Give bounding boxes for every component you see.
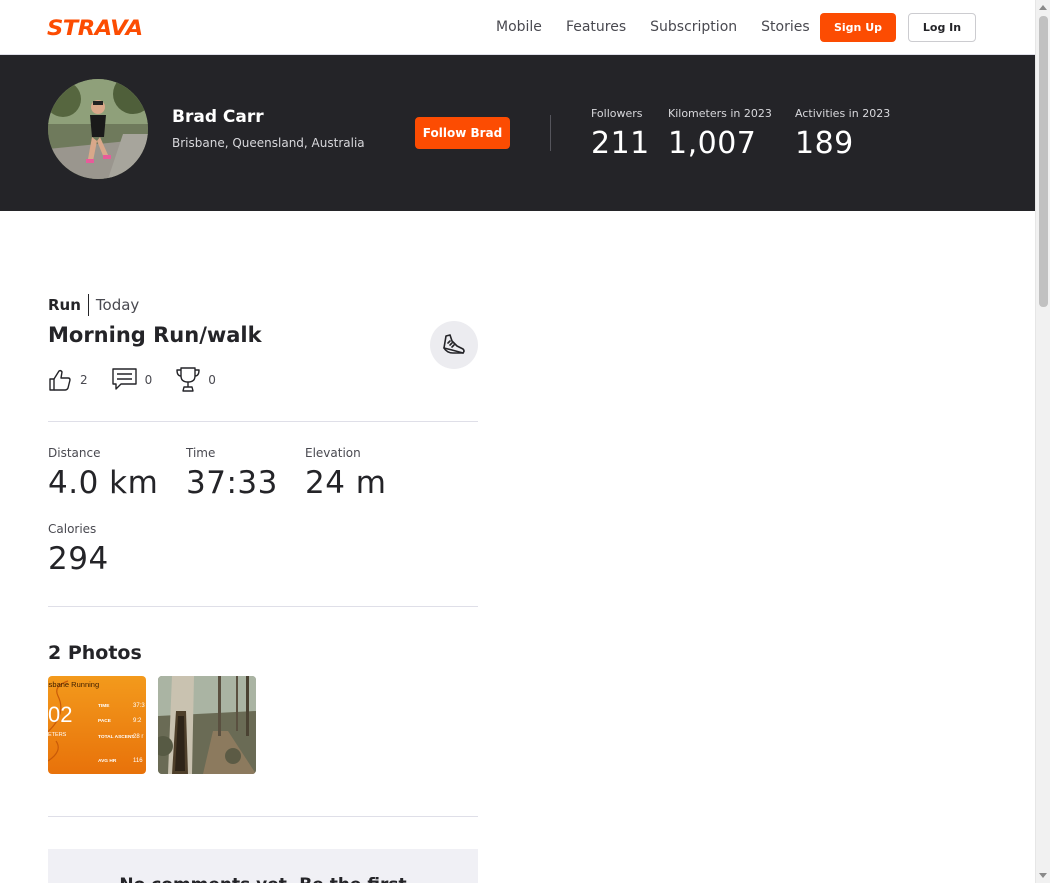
nav-link-subscription[interactable]: Subscription xyxy=(650,18,737,36)
activity-meta: Run Today xyxy=(48,294,139,316)
log-in-button[interactable]: Log In xyxy=(908,13,976,42)
metric-elevation: Elevation 24 m xyxy=(305,446,387,501)
photo-header: isbane Running xyxy=(48,680,99,689)
photo-thumbnail-1[interactable]: isbane Running 02 ETERS TIME 37:3 PACE 9… xyxy=(48,676,146,774)
metric-label: Elevation xyxy=(305,446,361,460)
stat-kilometers: Kilometers in 2023 1,007 xyxy=(668,107,772,161)
activity-type: Run xyxy=(48,296,81,314)
follow-button[interactable]: Follow Brad xyxy=(415,117,510,149)
metric-value: 37:33 xyxy=(186,465,278,501)
social-bar: 2 0 0 xyxy=(48,367,240,392)
scroll-up-arrow-icon[interactable] xyxy=(1039,5,1047,10)
photo-row-label: AVG HR xyxy=(98,758,117,764)
comments-count: 0 xyxy=(144,372,153,387)
metric-label: Calories xyxy=(48,522,97,536)
kudos-button[interactable]: 2 xyxy=(48,368,88,392)
stat-label: Followers xyxy=(591,107,643,120)
stat-value: 189 xyxy=(795,126,854,161)
stat-value: 211 xyxy=(591,126,650,161)
athlete-avatar[interactable] xyxy=(48,79,148,179)
strava-logo[interactable]: STRAVA xyxy=(47,18,143,39)
thumbs-up-icon xyxy=(49,369,71,391)
nav-link-mobile[interactable]: Mobile xyxy=(496,18,542,36)
comments-button[interactable]: 0 xyxy=(111,368,153,391)
header-divider xyxy=(550,115,551,151)
section-divider xyxy=(48,606,478,607)
stat-label: Activities in 2023 xyxy=(795,107,891,120)
run-shoe-icon xyxy=(430,321,478,369)
kudos-count: 2 xyxy=(80,372,88,387)
nav-link-features[interactable]: Features xyxy=(566,18,626,36)
photo-forest xyxy=(158,676,256,774)
photos-title: 2 Photos xyxy=(48,642,142,664)
stat-activities: Activities in 2023 189 xyxy=(795,107,890,161)
achievements-count: 0 xyxy=(208,372,216,387)
metric-value: 24 m xyxy=(305,465,387,501)
nav-links: Mobile Features Subscription Stories xyxy=(496,18,834,36)
photo-row-label: PACE xyxy=(98,718,112,724)
sign-up-button[interactable]: Sign Up xyxy=(820,13,896,42)
section-divider xyxy=(48,816,478,817)
stat-value: 1,007 xyxy=(668,126,757,161)
stat-label: Kilometers in 2023 xyxy=(668,107,772,120)
nav-link-stories[interactable]: Stories xyxy=(761,18,810,36)
activity-date: Today xyxy=(95,296,140,314)
comments-section: No comments yet. Be the first xyxy=(48,849,478,883)
metric-value: 294 xyxy=(48,541,109,577)
photo-thumbnail-2[interactable] xyxy=(158,676,256,774)
comment-icon xyxy=(111,368,137,390)
top-nav: STRAVA Mobile Features Subscription Stor… xyxy=(0,0,1035,55)
metric-distance: Distance 4.0 km xyxy=(48,446,158,501)
athlete-header: Brad Carr Brisbane, Queensland, Australi… xyxy=(0,55,1035,211)
stat-followers: Followers 211 xyxy=(591,107,650,161)
photo-unit: ETERS xyxy=(48,732,67,738)
metric-calories: Calories 294 xyxy=(48,522,109,577)
photo-row-value: 37:3 xyxy=(133,703,145,709)
photo-big-number: 02 xyxy=(48,702,72,727)
athlete-location: Brisbane, Queensland, Australia xyxy=(172,136,365,150)
meta-separator xyxy=(87,294,89,316)
photo-row-value: 9:2 xyxy=(133,718,142,724)
avatar-photo xyxy=(48,79,148,179)
photo-stats-screenshot: isbane Running 02 ETERS TIME 37:3 PACE 9… xyxy=(48,676,146,774)
scroll-down-arrow-icon[interactable] xyxy=(1039,873,1047,878)
metric-value: 4.0 km xyxy=(48,465,159,501)
metric-label: Time xyxy=(186,446,216,460)
no-comments-text: No comments yet. Be the first xyxy=(48,875,478,883)
metric-time: Time 37:33 xyxy=(186,446,278,501)
photo-row-label: TIME xyxy=(98,703,110,709)
section-divider xyxy=(48,421,478,422)
photo-row-value: 116 xyxy=(133,758,143,764)
photo-row-value: 28 r xyxy=(133,734,143,740)
activity-title[interactable]: Morning Run/walk xyxy=(48,323,262,347)
page-scrollbar[interactable] xyxy=(1035,0,1050,883)
photo-row-label: TOTAL ASCENT xyxy=(98,734,134,740)
trophy-icon xyxy=(176,367,200,392)
metric-label: Distance xyxy=(48,446,101,460)
athlete-name[interactable]: Brad Carr xyxy=(172,107,264,127)
achievements-button[interactable]: 0 xyxy=(176,367,216,392)
scroll-thumb[interactable] xyxy=(1039,16,1048,307)
